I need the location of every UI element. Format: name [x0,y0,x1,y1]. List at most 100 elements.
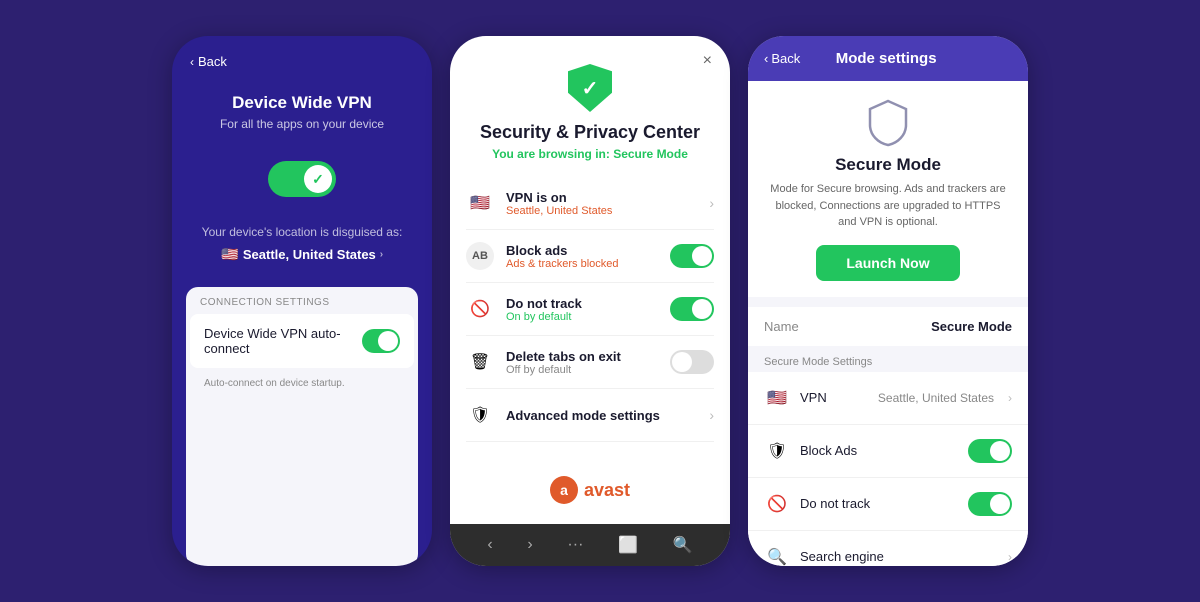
toggle-knob [304,165,332,193]
p3-search-chevron-icon: › [1008,550,1012,564]
do-not-track-sub: On by default [506,311,658,323]
avast-brand-name: avast [584,480,630,501]
location-label: Your device's location is disguised as: [192,225,412,239]
search-nav-icon[interactable]: 🔍 [673,535,693,555]
vpn-flag-icon: 🇺🇸 [466,189,494,217]
list-item[interactable]: 🇺🇸 VPN Seattle, United States › [748,372,1028,425]
p3-hero-area: Secure Mode Mode for Secure browsing. Ad… [748,81,1028,297]
auto-connect-toggle[interactable] [362,329,400,353]
block-ads-icon: AB [466,242,494,270]
close-icon[interactable]: × [703,52,712,70]
secure-mode-settings-list: 🇺🇸 VPN Seattle, United States › 🛡 Block … [748,372,1028,567]
p3-vpn-flag-icon: 🇺🇸 [764,385,790,411]
p1-back-nav[interactable]: ‹ Back [172,36,432,77]
vpn-item-title: VPN is on [506,190,697,205]
p1-title-area: Device Wide VPN For all the apps on your… [172,77,432,139]
connection-settings-label: CONNECTION SETTINGS [186,287,418,314]
auto-connect-label: Device Wide VPN auto-connect [204,326,362,356]
list-item[interactable]: 🛡 Advanced mode settings › [466,389,714,442]
auto-connect-row[interactable]: Device Wide VPN auto-connect [190,314,414,368]
back-chevron-icon: ‹ [190,55,194,69]
p3-block-ads-toggle[interactable] [968,439,1012,463]
vpn-item-sub: Seattle, United States [506,205,697,217]
list-item[interactable]: 🛡 Block Ads [748,425,1028,478]
name-label: Name [764,319,799,334]
avast-logo: a avast [550,476,630,504]
mode-name-row: Name Secure Mode [748,307,1028,346]
p3-do-not-track-toggle[interactable] [968,492,1012,516]
back-button[interactable]: Back [198,54,227,69]
p2-header-area: Security & Privacy Center You are browsi… [450,36,730,177]
delete-tabs-title: Delete tabs on exit [506,349,658,364]
forward-nav-icon[interactable]: › [527,536,532,554]
do-not-track-icon: 🚫 [466,295,494,323]
list-item[interactable]: 🚫 Do not track On by default [466,283,714,336]
list-item[interactable]: 🗑 Delete tabs on exit Off by default [466,336,714,389]
block-ads-title: Block ads [506,243,658,258]
do-not-track-text: Do not track On by default [506,296,658,323]
p3-search-engine-icon: 🔍 [764,544,790,567]
delete-tabs-sub: Off by default [506,364,658,376]
p3-back-button[interactable]: ‹ Back [764,51,800,66]
secure-mode-badge: Secure Mode [613,147,688,161]
secure-mode-desc: Mode for Secure browsing. Ads and tracke… [768,181,1008,231]
p1-location-area: Your device's location is disguised as: … [172,213,432,275]
p3-vpn-chevron-icon: › [1008,391,1012,405]
name-value: Secure Mode [931,319,1012,334]
mode-settings-nav: ‹ Back Mode settings [748,36,1028,81]
launch-now-button[interactable]: Launch Now [816,245,959,281]
location-value[interactable]: 🇺🇸 Seattle, United States › [192,245,412,263]
advanced-mode-text: Advanced mode settings [506,408,697,423]
p3-do-not-track-icon: 🚫 [764,491,790,517]
block-ads-toggle[interactable] [670,244,714,268]
delete-tabs-text: Delete tabs on exit Off by default [506,349,658,376]
list-item[interactable]: 🇺🇸 VPN is on Seattle, United States › [466,177,714,230]
delete-tabs-toggle[interactable] [670,350,714,374]
p3-back-chevron-icon: ‹ [764,51,768,66]
more-options-icon[interactable]: ··· [567,536,583,554]
browsing-mode-label: You are browsing in: Secure Mode [492,147,688,161]
p3-search-engine-label: Search engine [800,549,998,564]
vpn-main-toggle[interactable] [268,161,336,197]
tabs-icon[interactable]: ⬜ [618,535,638,555]
auto-connect-note: Auto-connect on device startup. [186,372,418,403]
location-chevron-icon: › [380,249,383,260]
p3-do-not-track-label: Do not track [800,496,958,511]
do-not-track-toggle[interactable] [670,297,714,321]
list-item[interactable]: 🚫 Do not track [748,478,1028,531]
block-ads-knob [692,246,712,266]
shield-check-icon [568,64,612,112]
list-item[interactable]: AB Block ads Ads & trackers blocked [466,230,714,283]
security-center-title: Security & Privacy Center [480,122,700,143]
phone-security-privacy: × Security & Privacy Center You are brow… [450,36,730,566]
do-not-track-knob [692,299,712,319]
us-flag-icon: 🇺🇸 [221,245,239,263]
back-nav-icon[interactable]: ‹ [487,536,492,554]
vpn-title: Device Wide VPN [192,93,412,113]
phone-device-vpn: ‹ Back Device Wide VPN For all the apps … [172,36,432,566]
mode-settings-title: Mode settings [800,50,972,67]
list-item[interactable]: 🔍 Search engine › [748,531,1028,567]
bottom-navigation-bar: ‹ › ··· ⬜ 🔍 [450,524,730,566]
secure-mode-section-header: Secure Mode Settings [748,346,1028,372]
advanced-mode-title: Advanced mode settings [506,408,697,423]
block-ads-text: Block ads Ads & trackers blocked [506,243,658,270]
auto-connect-toggle-knob [378,331,398,351]
vpn-subtitle: For all the apps on your device [192,117,412,131]
p3-vpn-label: VPN [800,390,868,405]
p3-do-not-track-knob [990,494,1010,514]
phone-mode-settings: ‹ Back Mode settings Secure Mode Mode fo… [748,36,1028,566]
p3-back-label: Back [771,51,800,66]
p3-block-ads-knob [990,441,1010,461]
shield-outline-icon [866,99,910,147]
advanced-mode-icon: 🛡 [466,401,494,429]
p1-settings-card: CONNECTION SETTINGS Device Wide VPN auto… [186,287,418,566]
do-not-track-title: Do not track [506,296,658,311]
advanced-chevron-icon: › [709,407,714,423]
delete-tabs-icon: 🗑 [466,348,494,376]
block-ads-sub: Ads & trackers blocked [506,258,658,270]
p3-block-ads-icon: 🛡 [764,438,790,464]
location-city: Seattle, United States [243,247,376,262]
phone1-content: ‹ Back Device Wide VPN For all the apps … [172,36,432,566]
vpn-item-text: VPN is on Seattle, United States [506,190,697,217]
